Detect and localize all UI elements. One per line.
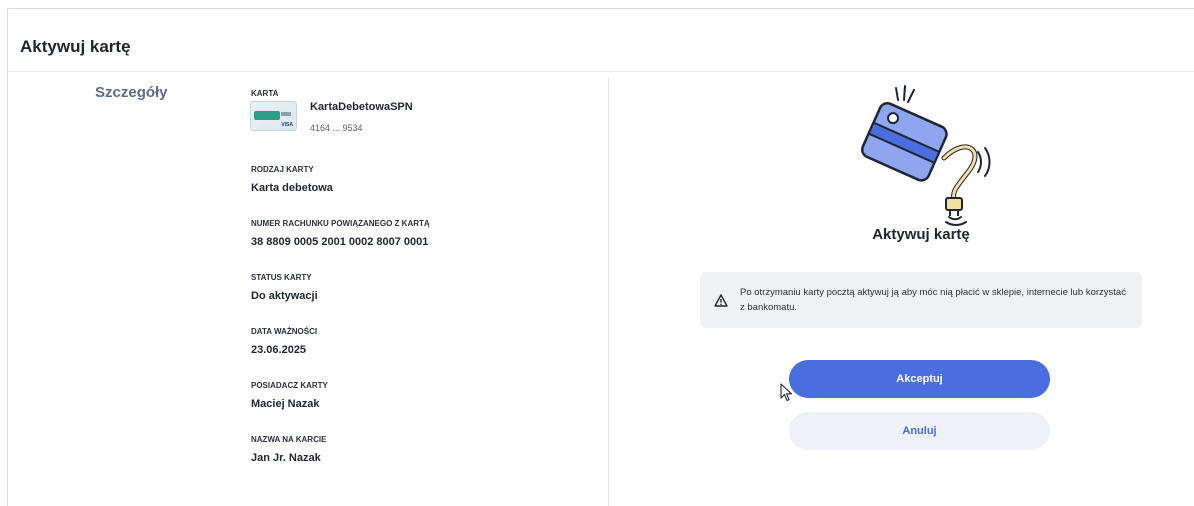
card-activation-illustration: [861, 85, 991, 226]
card-number: 4164 ... 9534: [310, 123, 363, 133]
field-value-name-on-card: Jan Jr. Nazak: [251, 452, 321, 464]
warning-icon: [714, 294, 728, 307]
card-thumbnail: VISA: [250, 101, 297, 131]
field-label-name-on-card: NAZWA NA KARCIE: [251, 435, 327, 444]
field-label-card-holder: POSIADACZ KARTY: [251, 381, 328, 390]
field-value-expiry-date: 23.06.2025: [251, 344, 307, 356]
section-label-details: Szczegóły: [95, 84, 168, 101]
card-label: KARTA: [251, 89, 279, 98]
accept-button[interactable]: Akceptuj: [789, 360, 1050, 398]
field-label-card-status: STATUS KARTY: [251, 273, 312, 282]
activation-notice: Po otrzymaniu karty pocztą aktywuj ją ab…: [700, 272, 1142, 328]
page-title: Aktywuj kartę: [20, 37, 131, 56]
field-label-account-number: NUMER RACHUNKU POWIĄZANEGO Z KARTĄ: [251, 219, 430, 228]
activation-heading: Aktywuj kartę: [872, 226, 970, 243]
card-brand: VISA: [281, 122, 293, 128]
field-value-card-holder: Maciej Nazak: [251, 398, 320, 410]
column-divider: [608, 77, 609, 506]
title-divider: [8, 71, 1194, 72]
field-value-card-status: Do aktywacji: [251, 290, 318, 302]
field-label-expiry-date: DATA WAŻNOŚCI: [251, 327, 318, 336]
field-value-card-type: Karta debetowa: [251, 182, 333, 194]
field-label-card-type: RODZAJ KARTY: [251, 165, 314, 174]
cancel-button[interactable]: Anuluj: [789, 412, 1050, 450]
activation-notice-text: Po otrzymaniu karty pocztą aktywuj ją ab…: [740, 287, 1126, 313]
mouse-cursor-icon: [780, 383, 793, 402]
field-value-account-number: 38 8809 0005 2001 0002 8007 0001: [251, 236, 429, 248]
card-name: KartaDebetowaSPN: [310, 101, 413, 113]
